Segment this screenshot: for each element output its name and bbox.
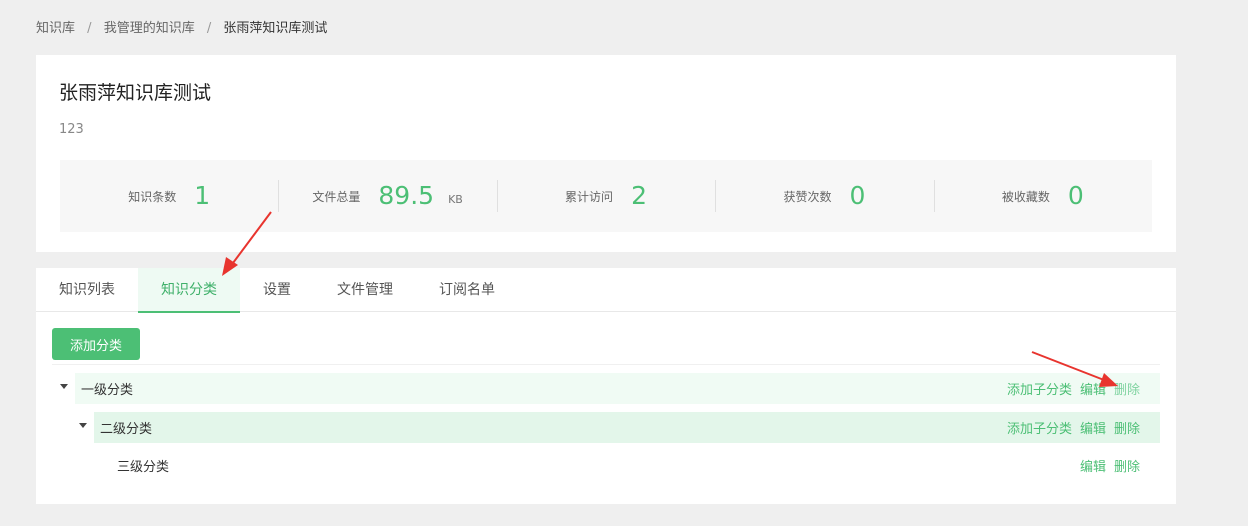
tab-subscribers[interactable]: 订阅名单 [416, 268, 518, 312]
tab-file-management[interactable]: 文件管理 [314, 268, 416, 312]
breadcrumb-item-my-managed[interactable]: 我管理的知识库 [104, 21, 195, 36]
stat-label: 文件总量 [312, 189, 361, 204]
stat-favorites: 被收藏数 0 [933, 160, 1152, 232]
edit-link[interactable]: 编辑 [1080, 456, 1106, 475]
breadcrumb-item-knowledge-base[interactable]: 知识库 [36, 21, 75, 36]
tree-node-actions: 添加子分类 编辑 删除 [1007, 418, 1160, 437]
stat-label: 知识条数 [128, 189, 177, 204]
kb-description: 123 [59, 122, 84, 137]
kb-title: 张雨萍知识库测试 [59, 82, 212, 104]
tab-knowledge-category[interactable]: 知识分类 [138, 268, 240, 313]
stat-value: 0 [1067, 181, 1084, 210]
category-panel: 知识列表 知识分类 设置 文件管理 订阅名单 添加分类 一级分类 添加子分类 编… [36, 268, 1176, 504]
tree-node-level-2[interactable]: 二级分类 添加子分类 编辑 删除 [94, 412, 1160, 443]
stat-value: 1 [194, 181, 211, 210]
stat-label: 获赞次数 [783, 189, 832, 204]
divider [52, 364, 1160, 365]
delete-link[interactable]: 删除 [1114, 379, 1140, 398]
add-child-category-link[interactable]: 添加子分类 [1007, 418, 1072, 437]
stats-bar: 知识条数 1 文件总量 89.5 KB 累计访问 2 获赞次数 0 被收藏数 0 [60, 160, 1152, 232]
breadcrumb-item-current: 张雨萍知识库测试 [223, 21, 328, 36]
stat-likes: 获赞次数 0 [715, 160, 933, 232]
edit-link[interactable]: 编辑 [1080, 379, 1106, 398]
stat-visits: 累计访问 2 [496, 160, 715, 232]
stat-label: 累计访问 [565, 189, 614, 204]
tab-settings[interactable]: 设置 [240, 268, 314, 312]
tree-node-label: 一级分类 [81, 383, 134, 398]
tab-knowledge-list[interactable]: 知识列表 [36, 268, 138, 312]
tree-node-level-3[interactable]: 三级分类 编辑 删除 [94, 450, 1160, 481]
tree-node-level-1[interactable]: 一级分类 添加子分类 编辑 删除 [75, 373, 1160, 404]
stat-value: 89.5 [378, 181, 435, 210]
caret-down-icon[interactable] [79, 423, 87, 428]
add-child-category-link[interactable]: 添加子分类 [1007, 379, 1072, 398]
stat-value: 2 [631, 181, 647, 210]
add-category-button[interactable]: 添加分类 [52, 328, 140, 360]
stat-file-total: 文件总量 89.5 KB [278, 160, 496, 232]
breadcrumb-separator: / [87, 21, 92, 36]
delete-link[interactable]: 删除 [1114, 456, 1140, 475]
tree-node-actions: 添加子分类 编辑 删除 [1007, 379, 1160, 398]
tree-node-actions: 编辑 删除 [1080, 456, 1160, 475]
breadcrumb: 知识库 / 我管理的知识库 / 张雨萍知识库测试 [36, 19, 327, 39]
breadcrumb-separator: / [206, 21, 212, 36]
caret-down-icon[interactable] [60, 384, 68, 389]
tree-node-label: 三级分类 [117, 460, 170, 475]
stat-value: 0 [849, 181, 866, 210]
kb-info-card: 张雨萍知识库测试 123 知识条数 1 文件总量 89.5 KB 累计访问 2 … [36, 55, 1176, 252]
delete-link[interactable]: 删除 [1114, 418, 1140, 437]
tree-node-label: 二级分类 [100, 422, 153, 437]
stat-label: 被收藏数 [1001, 189, 1050, 204]
tab-bar: 知识列表 知识分类 设置 文件管理 订阅名单 [36, 268, 1176, 313]
stat-unit: KB [448, 192, 463, 206]
stat-knowledge-count: 知识条数 1 [60, 160, 278, 232]
edit-link[interactable]: 编辑 [1080, 418, 1106, 437]
